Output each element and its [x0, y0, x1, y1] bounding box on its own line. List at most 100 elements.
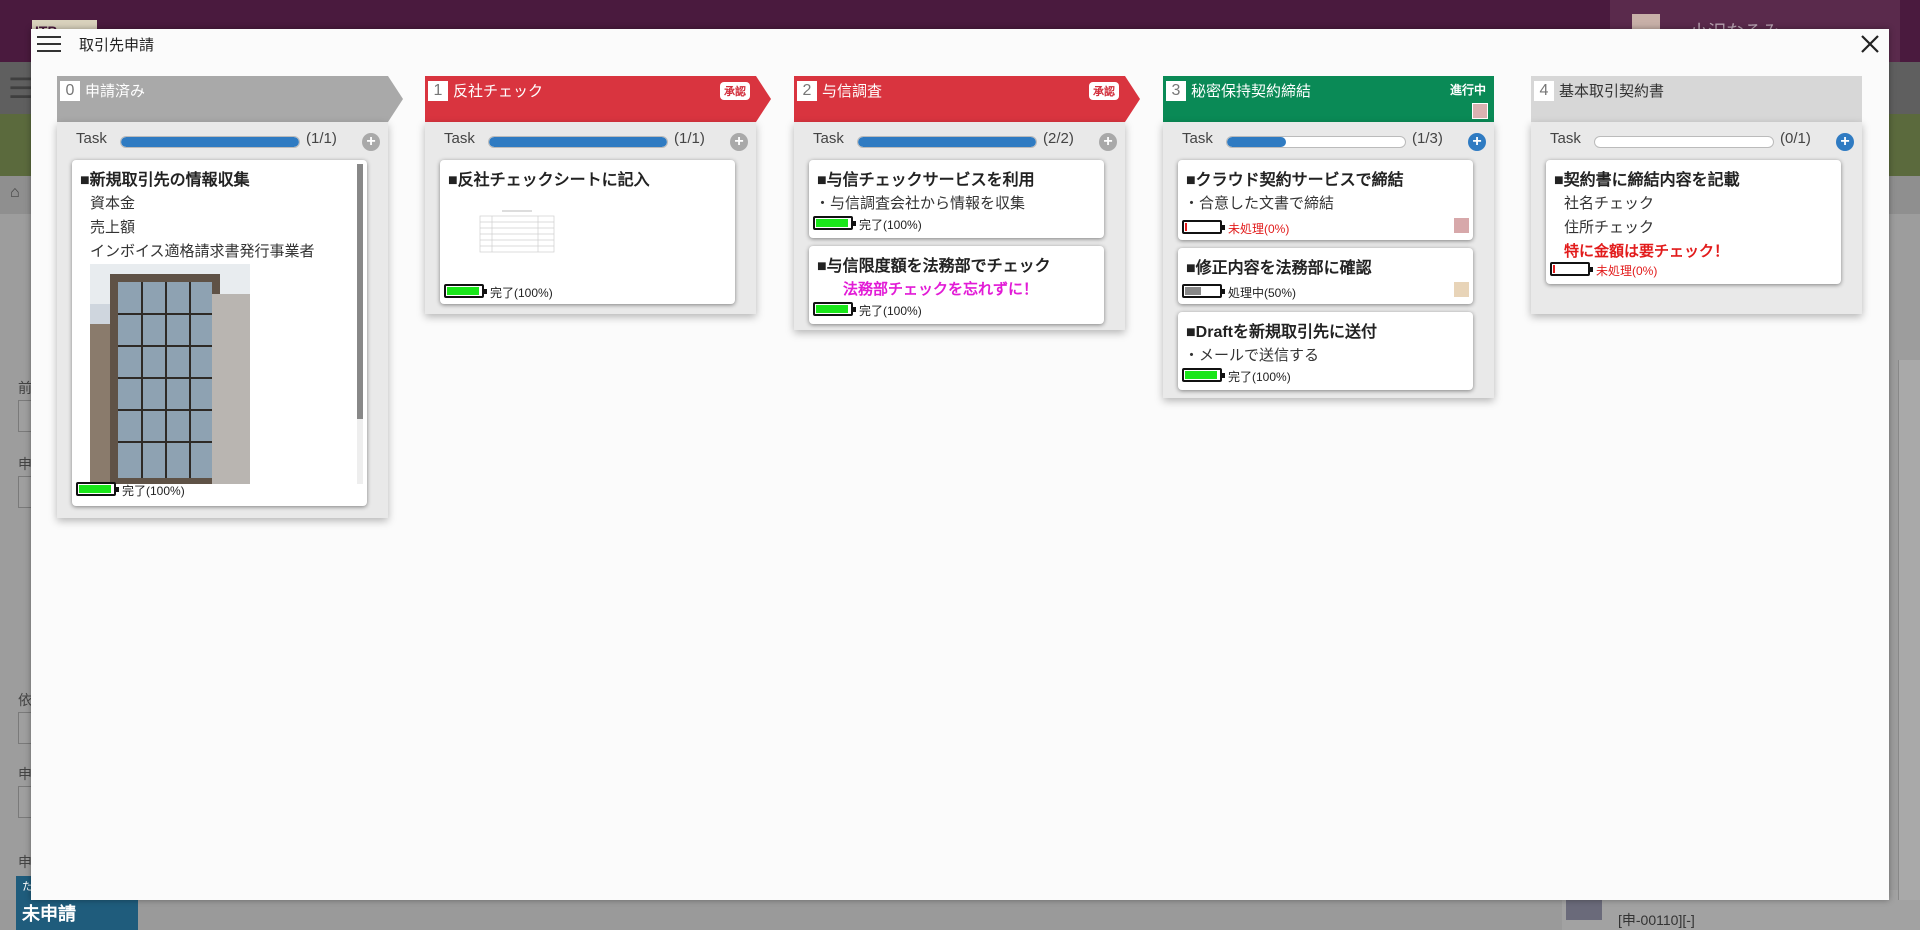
- stage-panel: Task (1/3) + ■クラウド契約サービスで締結 ・合意した文書で締結 未…: [1163, 122, 1494, 398]
- stage-name: 秘密保持契約締結: [1191, 83, 1312, 100]
- task-status: 完了(100%): [859, 304, 922, 318]
- task-label: Task: [1182, 130, 1213, 147]
- status-battery: [1182, 220, 1225, 234]
- stage-name: 申請済み: [85, 83, 146, 100]
- form-field-label: 申: [18, 854, 32, 870]
- task-status: 未処理(0%): [1228, 222, 1290, 236]
- task-card[interactable]: ■与信限度額を法務部でチェック 法務部チェックを忘れずに！ 完了(100%): [809, 246, 1104, 324]
- task-count: (1/1): [306, 130, 337, 147]
- task-count: (0/1): [1780, 130, 1811, 147]
- stage-panel: Task (0/1) + ■契約書に締結内容を記載 社名チェック 住所チェック …: [1531, 122, 1862, 314]
- task-row: Task (1/1) +: [425, 122, 756, 160]
- record-code: [申-00110][-]: [1618, 912, 1695, 928]
- task-count: (1/1): [674, 130, 705, 147]
- task-detail: 社名チェック: [1564, 195, 1655, 212]
- approved-badge: 承認: [720, 82, 750, 100]
- stage-header[interactable]: 4 基本取引契約書: [1531, 76, 1862, 122]
- task-card[interactable]: ■新規取引先の情報収集 資本金 売上額 インボイス適格請求書発行事業者 完了(1…: [72, 160, 367, 506]
- task-detail: ・メールで送信する: [1184, 347, 1320, 364]
- assignee-avatar[interactable]: [1454, 218, 1469, 233]
- task-title: ■新規取引先の情報収集: [80, 172, 250, 189]
- status-battery: [444, 284, 487, 298]
- task-status: 完了(100%): [490, 286, 553, 300]
- task-title: ■Draftを新規取引先に送付: [1186, 324, 1378, 341]
- task-title: ■修正内容を法務部に確認: [1186, 260, 1372, 277]
- task-detail: 資本金: [90, 195, 136, 212]
- form-field-label: 前: [18, 380, 32, 396]
- stage-header[interactable]: 2 与信調査 承認: [794, 76, 1140, 122]
- task-row: Task (1/1) +: [57, 122, 388, 160]
- form-field-label: 依: [18, 692, 32, 708]
- checksheet-thumbnail: [478, 208, 556, 254]
- task-progress-bar: [1594, 136, 1774, 148]
- assignee-avatar[interactable]: [1454, 282, 1469, 297]
- task-status: 未処理(0%): [1596, 264, 1658, 278]
- task-detail: 売上額: [90, 219, 136, 236]
- nav-menu-icon[interactable]: ☰: [8, 72, 33, 105]
- task-row: Task (1/3) +: [1163, 122, 1494, 160]
- stage-header[interactable]: 1 反社チェック 承認: [425, 76, 771, 122]
- task-status: 処理中(50%): [1228, 286, 1297, 300]
- card-scrollbar[interactable]: [357, 164, 363, 484]
- stage-name: 基本取引契約書: [1559, 83, 1665, 100]
- task-detail: ・与信調査会社から情報を収集: [815, 195, 1026, 212]
- task-title: ■与信限度額を法務部でチェック: [817, 258, 1051, 275]
- task-label: Task: [444, 130, 475, 147]
- stage-header[interactable]: 3 秘密保持契約締結 進行中: [1163, 76, 1494, 122]
- status-badge-label: 未申請: [22, 904, 76, 924]
- task-progress-bar: [857, 136, 1037, 148]
- workflow-modal: 取引先申請 0 申請済み Task (1/1) + ■新規取引先の情報収集 資本…: [31, 29, 1889, 900]
- task-card[interactable]: ■契約書に締結内容を記載 社名チェック 住所チェック 特に金額は要チェック！ 未…: [1546, 160, 1841, 284]
- task-detail: ・合意した文書で締結: [1184, 195, 1335, 212]
- task-status: 完了(100%): [122, 484, 185, 498]
- status-battery: [1182, 284, 1225, 298]
- task-progress-bar: [120, 136, 300, 148]
- stage-panel: Task (1/1) + ■新規取引先の情報収集 資本金 売上額 インボイス適格…: [57, 122, 388, 518]
- stage-number: 3: [1166, 81, 1186, 101]
- status-battery: [1182, 368, 1225, 382]
- form-field-label: 申: [18, 456, 32, 472]
- task-status: 完了(100%): [1228, 370, 1291, 384]
- status-battery: [813, 302, 856, 316]
- assignee-avatar[interactable]: [1472, 103, 1488, 119]
- add-task-icon[interactable]: +: [1099, 133, 1117, 151]
- task-title: ■契約書に締結内容を記載: [1554, 172, 1740, 189]
- task-label: Task: [1550, 130, 1581, 147]
- task-card[interactable]: ■Draftを新規取引先に送付 ・メールで送信する 完了(100%): [1178, 312, 1473, 390]
- task-status: 完了(100%): [859, 218, 922, 232]
- task-progress-bar: [1226, 136, 1406, 148]
- status-battery: [76, 482, 119, 496]
- status-battery: [813, 216, 856, 230]
- task-note: 特に金額は要チェック！: [1564, 243, 1730, 260]
- page-scrollbar[interactable]: [1898, 360, 1920, 900]
- stage-header[interactable]: 0 申請済み: [57, 76, 403, 122]
- task-card[interactable]: ■クラウド契約サービスで締結 ・合意した文書で締結 未処理(0%): [1178, 160, 1473, 240]
- stage-number: 2: [797, 81, 817, 101]
- task-label: Task: [813, 130, 844, 147]
- task-progress-bar: [488, 136, 668, 148]
- home-icon[interactable]: ⌂: [10, 184, 20, 202]
- status-battery: [1550, 262, 1593, 276]
- task-card[interactable]: ■反社チェックシートに記入 完了(100%): [440, 160, 735, 304]
- stage-panel: Task (2/2) + ■与信チェックサービスを利用 ・与信調査会社から情報を…: [794, 122, 1125, 330]
- add-task-icon[interactable]: +: [362, 133, 380, 151]
- task-card[interactable]: ■与信チェックサービスを利用 ・与信調査会社から情報を収集 完了(100%): [809, 160, 1104, 238]
- add-task-icon[interactable]: +: [730, 133, 748, 151]
- add-task-icon[interactable]: +: [1468, 133, 1486, 151]
- stage-name: 反社チェック: [453, 83, 544, 100]
- stage-number: 0: [60, 81, 80, 101]
- task-title: ■クラウド契約サービスで締結: [1186, 172, 1404, 189]
- task-count: (2/2): [1043, 130, 1074, 147]
- stage-panel: Task (1/1) + ■反社チェックシートに記入 完了(100%): [425, 122, 756, 314]
- stage-name: 与信調査: [822, 83, 883, 100]
- task-note: 法務部チェックを忘れずに！: [843, 281, 1039, 298]
- modal-header: 取引先申請: [31, 29, 1889, 59]
- task-title: ■反社チェックシートに記入: [448, 172, 650, 189]
- task-detail: 住所チェック: [1564, 219, 1655, 236]
- task-title: ■与信チェックサービスを利用: [817, 172, 1035, 189]
- task-count: (1/3): [1412, 130, 1443, 147]
- hamburger-menu-icon[interactable]: [37, 35, 61, 53]
- close-icon[interactable]: [1857, 31, 1883, 57]
- add-task-icon[interactable]: +: [1836, 133, 1854, 151]
- task-card[interactable]: ■修正内容を法務部に確認 処理中(50%): [1178, 248, 1473, 304]
